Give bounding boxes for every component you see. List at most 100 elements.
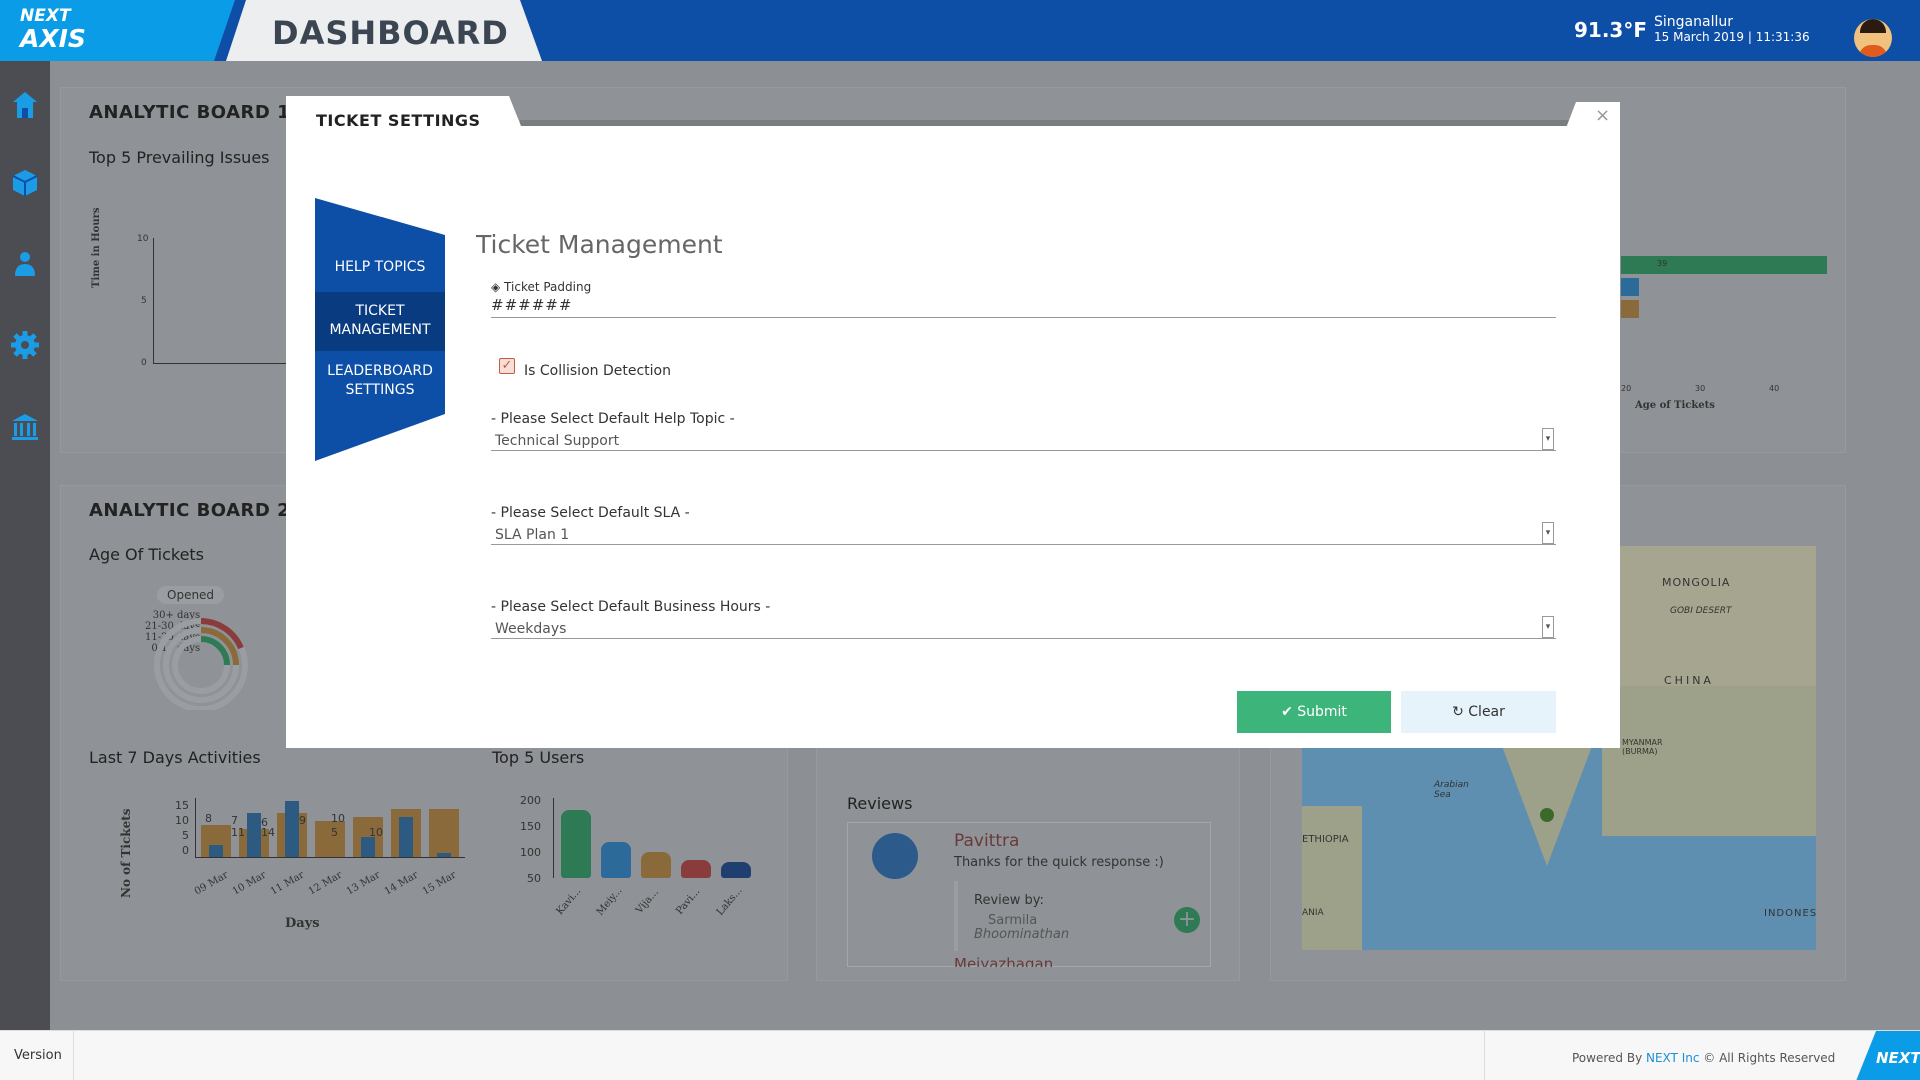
footer-logo-text: NEXT xyxy=(1876,1049,1920,1067)
nav-help-topics[interactable]: HELP TOPICS xyxy=(315,258,445,277)
chevron-down-icon[interactable]: ▾ xyxy=(1542,522,1554,544)
home-icon[interactable] xyxy=(9,89,41,121)
user-avatar[interactable] xyxy=(1854,19,1892,57)
tag-icon: ◈ xyxy=(491,280,505,294)
chevron-down-icon[interactable]: ▾ xyxy=(1542,616,1554,638)
top-bar: NEXT AXIS DASHBOARD 91.3°F Singanallur 1… xyxy=(0,0,1920,61)
cube-icon[interactable] xyxy=(9,167,41,199)
last7-day-label: 14 Mar xyxy=(382,869,421,898)
last7-day-label: 11 Mar xyxy=(268,869,307,898)
last7-day-label: 13 Mar xyxy=(344,869,383,898)
collision-checkbox[interactable]: ✓ xyxy=(499,358,515,374)
top5-bar xyxy=(641,852,671,878)
opened-badge[interactable]: Opened xyxy=(157,586,225,604)
board1-subtitle: Top 5 Prevailing Issues xyxy=(89,148,270,167)
nav-leaderboard-settings[interactable]: LEADERBOARD SETTINGS xyxy=(315,362,445,400)
map-label: INDONES xyxy=(1764,908,1818,919)
last7-xlabel: Days xyxy=(285,916,320,931)
board1-ylabel: Time in Hours xyxy=(91,207,102,288)
top5-ytick: 50 xyxy=(527,872,541,885)
last7-bar xyxy=(285,801,299,857)
brand-line1: NEXT xyxy=(20,6,71,26)
board1-ytick: 10 xyxy=(137,234,149,244)
bank-icon[interactable] xyxy=(9,411,41,443)
last7-data-label: 9 xyxy=(299,814,306,827)
nav-ticket-management[interactable]: TICKET MANAGEMENT xyxy=(315,302,445,340)
help-topic-select[interactable]: Technical Support xyxy=(495,433,619,449)
last7-bar xyxy=(361,837,375,857)
version-label: Version xyxy=(14,1048,62,1063)
last7-day-label: 09 Mar xyxy=(192,869,231,898)
nav-ticket-management-line2: MANAGEMENT xyxy=(329,322,431,338)
review-name: Pavittra xyxy=(954,831,1020,851)
footer-logo[interactable]: NEXT xyxy=(1856,1031,1920,1080)
review-avatar-icon xyxy=(872,833,918,879)
last7-ytick: 10 xyxy=(175,814,189,827)
nav-ticket-management-line1: TICKET xyxy=(355,303,405,319)
gear-icon[interactable] xyxy=(9,329,41,361)
ticket-padding-input[interactable]: ###### xyxy=(491,296,572,314)
last7-day-label: 10 Mar xyxy=(230,869,269,898)
top5-yticks: 200 150 100 50 xyxy=(517,788,541,892)
board1-xtick: 20 xyxy=(1621,384,1632,393)
last7-data-label: 5 xyxy=(331,826,338,839)
nav-leaderboard-line1: LEADERBOARD xyxy=(327,363,433,379)
collision-label: Is Collision Detection xyxy=(524,363,671,379)
last7-bar xyxy=(437,853,451,857)
map-label: CHINA xyxy=(1664,674,1714,687)
last7-bar xyxy=(429,809,459,857)
top5-bar xyxy=(601,842,631,878)
top5-ytick: 150 xyxy=(520,820,541,833)
submit-button[interactable]: ✔ Submit xyxy=(1237,691,1391,733)
clear-label: Clear xyxy=(1468,704,1505,720)
sla-select[interactable]: SLA Plan 1 xyxy=(495,527,569,543)
map-label: ANIA xyxy=(1302,908,1324,918)
top5-yaxis xyxy=(553,798,554,878)
map-label: MYANMAR (BURMA) xyxy=(1622,738,1663,756)
help-topic-underline xyxy=(491,450,1556,451)
powered-prefix: Powered By xyxy=(1572,1051,1646,1065)
ticket-padding-underline xyxy=(491,317,1556,318)
board1-ytick: 5 xyxy=(141,296,147,306)
last7-data-label: 10 xyxy=(369,826,383,839)
dashboard-tab[interactable]: DASHBOARD xyxy=(226,0,542,61)
users-icon[interactable] xyxy=(9,249,41,281)
board1-bar: 39 xyxy=(1621,256,1827,274)
temperature: 91.3°F xyxy=(1574,18,1648,42)
board2-title: ANALYTIC BOARD 2 xyxy=(89,500,291,521)
last7-bar xyxy=(399,817,413,857)
top5-bar xyxy=(721,862,751,878)
ticket-settings-modal: TICKET SETTINGS × HELP TOPICS TICKET MANA… xyxy=(286,96,1620,748)
last7-bar xyxy=(247,813,261,857)
map-pin-icon[interactable] xyxy=(1540,808,1554,822)
board1-bar xyxy=(1621,278,1639,296)
business-hours-select[interactable]: Weekdays xyxy=(495,621,566,637)
map-label: MONGOLIA xyxy=(1662,576,1731,589)
powered-suffix: © All Rights Reserved xyxy=(1699,1051,1836,1065)
brand-line2: AXIS xyxy=(20,24,86,53)
last7-data-label: 11 xyxy=(231,826,245,839)
chevron-down-icon[interactable]: ▾ xyxy=(1542,428,1554,450)
board1-bar-label: 39 xyxy=(1657,259,1668,268)
ticket-padding-label: ◈ Ticket Padding xyxy=(491,280,591,294)
review-by-label: Review by: xyxy=(974,893,1044,908)
add-review-icon[interactable]: + xyxy=(1174,907,1200,933)
top5-title: Top 5 Users xyxy=(492,748,585,767)
board1-title: ANALYTIC BOARD 1 xyxy=(89,102,291,123)
modal-body: HELP TOPICS TICKET MANAGEMENT LEADERBOARD… xyxy=(286,126,1620,748)
map-label: ETHIOPIA xyxy=(1302,834,1349,845)
company-link[interactable]: NEXT Inc xyxy=(1646,1051,1699,1065)
clear-button[interactable]: ↻ Clear xyxy=(1401,691,1556,733)
map-land xyxy=(1602,686,1816,836)
last7-xaxis xyxy=(195,857,465,858)
brand-logo[interactable]: NEXT AXIS xyxy=(0,0,235,61)
last7-day-label: 12 Mar xyxy=(306,869,345,898)
footer: Version Powered By NEXT Inc © All Rights… xyxy=(0,1030,1920,1080)
close-icon[interactable]: × xyxy=(1595,105,1610,126)
sla-underline xyxy=(491,544,1556,545)
review-text: Thanks for the quick response :) xyxy=(954,855,1164,870)
review-item: Pavittra Thanks for the quick response :… xyxy=(847,822,1211,967)
refresh-icon: ↻ xyxy=(1452,704,1469,720)
map-land xyxy=(1302,806,1362,950)
board1-xtick: 40 xyxy=(1769,384,1780,393)
